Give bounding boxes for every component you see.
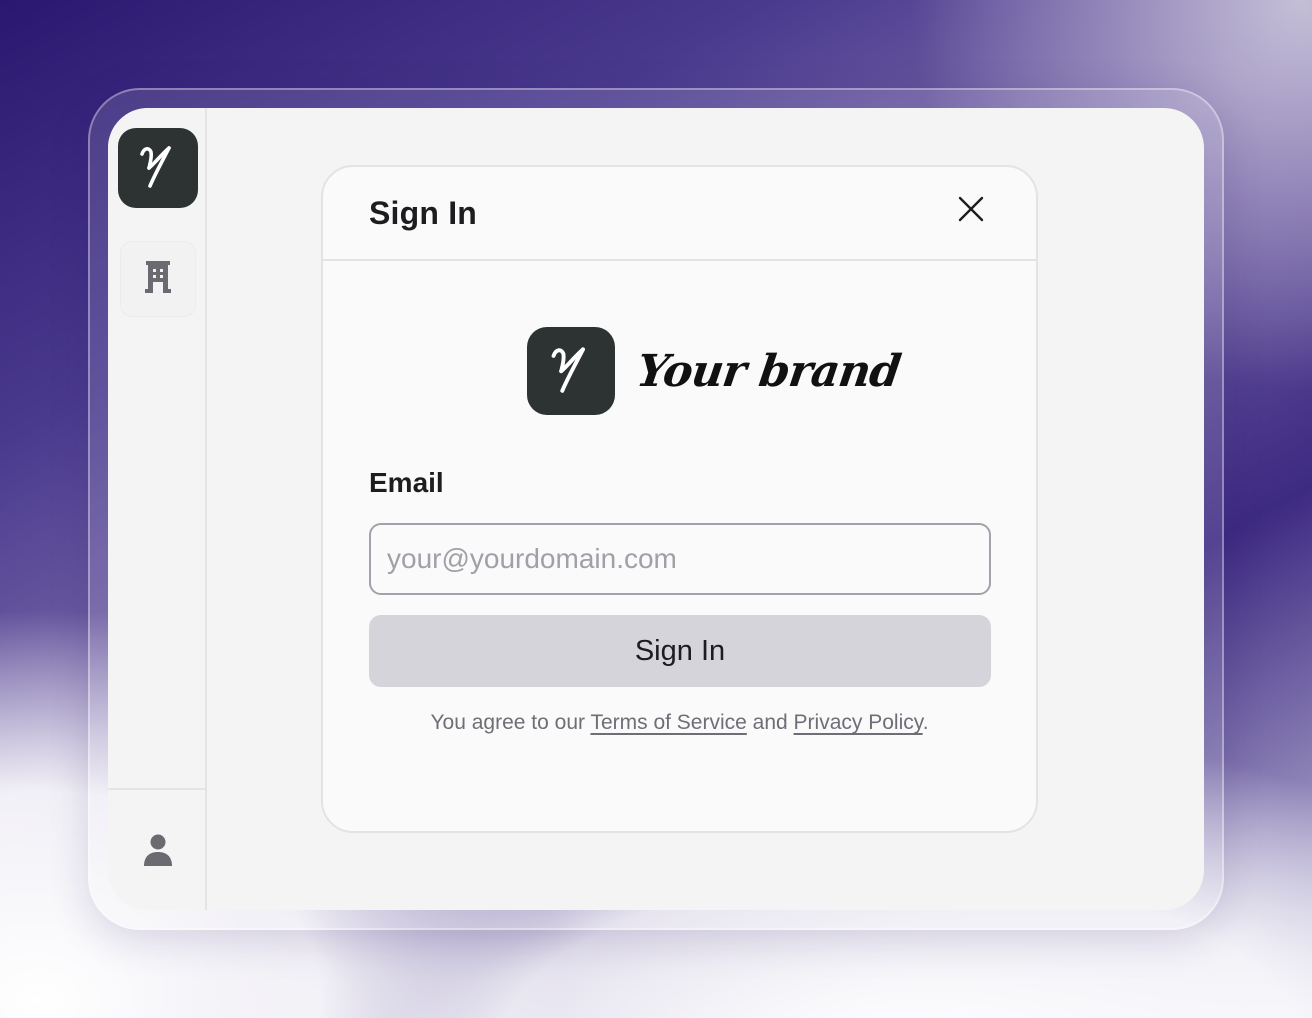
dialog-header: Sign In <box>323 167 1036 261</box>
brand-name: Your brand <box>633 345 904 397</box>
user-icon <box>143 834 173 871</box>
sidebar <box>108 108 207 910</box>
terms-middle: and <box>746 711 794 734</box>
dialog-title: Sign In <box>369 195 478 231</box>
sign-in-dialog: Sign In Your brand Email your@yourdomain… <box>321 165 1038 833</box>
y-monogram-icon <box>136 140 180 197</box>
close-button[interactable] <box>951 191 991 231</box>
terms-of-service-link[interactable]: Terms of Service <box>590 711 746 734</box>
sidebar-item-organization[interactable] <box>120 241 196 317</box>
building-icon <box>145 260 171 298</box>
terms-suffix: . <box>922 711 929 734</box>
app-window: Sign In Your brand Email your@yourdomain… <box>108 108 1204 910</box>
sidebar-logo[interactable] <box>118 128 198 208</box>
terms-prefix: You agree to our <box>430 711 591 734</box>
terms-notice: You agree to our Terms of Service and Pr… <box>323 711 1036 735</box>
close-icon <box>958 196 984 227</box>
brand-lockup: Your brand <box>527 326 904 416</box>
sidebar-footer <box>108 788 206 910</box>
user-avatar-button[interactable] <box>142 834 174 870</box>
brand-logo <box>527 327 615 415</box>
y-monogram-icon <box>547 340 595 403</box>
email-label: Email <box>369 467 444 498</box>
sign-in-button[interactable]: Sign In <box>369 615 991 687</box>
email-input[interactable] <box>369 523 991 595</box>
privacy-policy-link[interactable]: Privacy Policy <box>794 711 923 734</box>
